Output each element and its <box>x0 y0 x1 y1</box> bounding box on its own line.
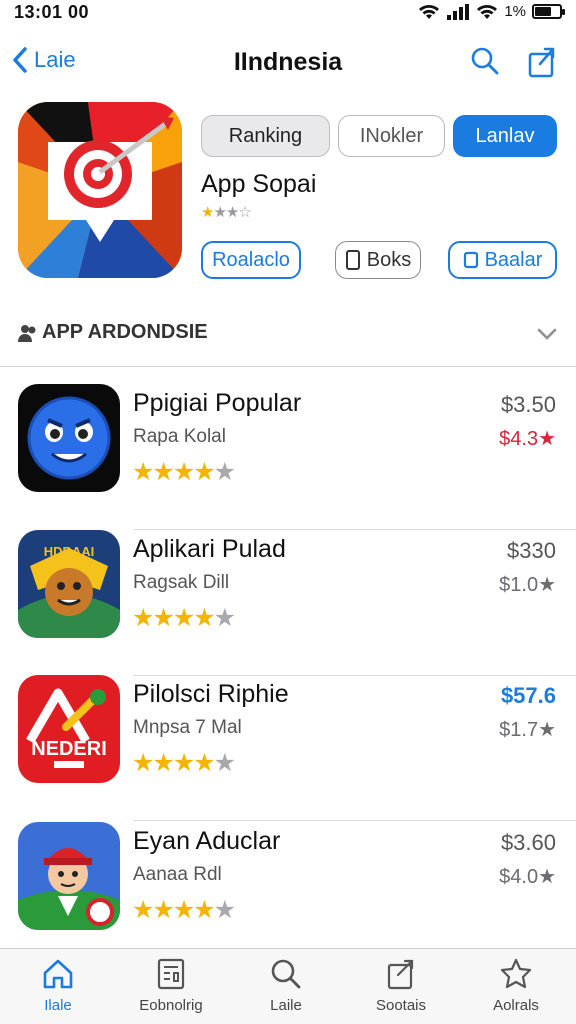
app-subtitle: Rapa Kolal <box>133 426 226 447</box>
app-subtitle: Mnpsa 7 Mal <box>133 717 242 738</box>
tab-label: Sootais <box>375 997 427 1014</box>
section-divider <box>0 366 576 367</box>
featured-app-rating: ★★★☆ <box>201 203 252 221</box>
home-icon <box>43 959 73 989</box>
app-price[interactable]: $3.50 <box>501 392 556 418</box>
status-icons: 1% <box>418 3 565 20</box>
star-rating: ★★★★★ <box>132 749 236 777</box>
card-icon <box>463 251 478 269</box>
svg-text:HDBAAI: HDBAAI <box>44 544 95 559</box>
battery-icon <box>532 4 565 19</box>
search-button[interactable] <box>470 46 502 78</box>
tab-news[interactable]: Eobnolrig <box>116 957 226 1014</box>
section-expand[interactable] <box>536 322 558 349</box>
wifi-icon <box>419 4 440 19</box>
star-rating: ★★★★★ <box>132 896 236 924</box>
app-icon-2: HDBAAI <box>18 530 120 638</box>
status-bar: 13:01 00 1% <box>0 0 576 28</box>
tab-label: Ilale <box>44 997 72 1014</box>
person-star-icon <box>500 958 532 989</box>
segment-third[interactable]: Lanlav <box>453 115 557 157</box>
action-label-3: Baalar <box>484 248 543 271</box>
app-name: Pilolsci Riphie <box>133 680 289 708</box>
wifi-icon-secondary <box>477 4 498 19</box>
tab-account[interactable]: Aolrals <box>461 957 571 1014</box>
character-icon <box>18 822 120 930</box>
books-button[interactable]: Boks <box>335 241 421 279</box>
star-rating: ★★★★★ <box>132 604 236 632</box>
app-row[interactable]: Eyan Aduclar Aanaa Rdl ★★★★★ $3.60 $4.0★ <box>0 822 576 942</box>
app-name: Ppigiai Popular <box>133 389 302 417</box>
mascot-icon: HDBAAI <box>18 530 120 638</box>
battery-percent: 1% <box>504 3 526 20</box>
books-label: Boks <box>366 248 412 271</box>
chevron-down-icon <box>537 328 557 340</box>
tab-home[interactable]: Ilale <box>3 957 113 1014</box>
row-divider <box>133 820 576 821</box>
status-time: 13:01 00 <box>14 2 90 22</box>
action-button-1[interactable]: Roalaclo <box>201 241 301 279</box>
app-price[interactable]: $330 <box>507 538 556 564</box>
svg-text:NEDERI: NEDERI <box>31 738 107 760</box>
search-icon <box>471 47 499 75</box>
app-icon-3: NEDERI <box>18 675 120 783</box>
tab-bar: Ilale Eobnolrig Laile Sootais Aolrals <box>0 948 576 1024</box>
share-button[interactable] <box>527 46 559 78</box>
people-icon <box>18 324 36 342</box>
newspaper-icon <box>157 958 185 990</box>
app-row[interactable]: Ppigiai Popular Rapa Kolal ★★★★★ $3.50 $… <box>0 384 576 530</box>
app-row[interactable]: HDBAAI Aplikari Pulad Ragsak Dill ★★★★★ … <box>0 530 576 676</box>
app-secondary-price: $4.3★ <box>499 428 556 450</box>
featured-app-icon[interactable] <box>18 102 182 278</box>
tab-updates[interactable]: Sootais <box>346 957 456 1014</box>
action-button-3[interactable]: Baalar <box>448 241 557 279</box>
section-title-text: APP ARDONDSIE <box>42 321 208 343</box>
navigation-bar: Laie IIndnesia <box>0 38 576 90</box>
tab-label: Laile <box>270 997 302 1014</box>
featured-app-name: App Sopai <box>201 170 317 198</box>
segment-ranking[interactable]: Ranking <box>201 115 330 157</box>
updates-icon <box>387 959 414 990</box>
section-header[interactable]: APP ARDONDSIE <box>0 314 576 354</box>
smiley-face-icon <box>18 384 120 492</box>
star-rating: ★★★★★ <box>132 458 236 486</box>
app-subtitle: Ragsak Dill <box>133 572 230 593</box>
app-icon-4 <box>18 822 120 930</box>
star-empty-icon: ★★☆ <box>213 204 251 221</box>
app-price[interactable]: $57.6 <box>501 683 556 709</box>
share-icon <box>528 47 555 78</box>
app-row[interactable]: NEDERI Pilolsci Riphie Mnpsa 7 Mal ★★★★★… <box>0 675 576 821</box>
section-title: APP ARDONDSIE <box>18 321 208 344</box>
app-icon-1 <box>18 384 120 492</box>
app-secondary-price: $1.0★ <box>499 574 556 596</box>
segment-second[interactable]: INokler <box>338 115 445 157</box>
app-price[interactable]: $3.60 <box>501 830 556 856</box>
target-logo-icon <box>18 102 182 278</box>
tab-label: Eobnolrig <box>139 997 203 1014</box>
app-name: Eyan Aduclar <box>133 827 281 855</box>
app-secondary-price: $4.0★ <box>499 866 556 888</box>
search-icon <box>271 959 301 989</box>
star-filled-icon: ★ <box>201 204 214 221</box>
red-logo-icon: NEDERI <box>18 675 120 783</box>
app-secondary-price: $1.7★ <box>499 719 556 741</box>
tab-label: Aolrals <box>493 997 539 1014</box>
app-name: Aplikari Pulad <box>133 535 286 563</box>
book-icon <box>345 250 360 270</box>
signal-icon <box>447 3 470 20</box>
app-subtitle: Aanaa Rdl <box>133 864 222 885</box>
tab-search[interactable]: Laile <box>231 957 341 1014</box>
